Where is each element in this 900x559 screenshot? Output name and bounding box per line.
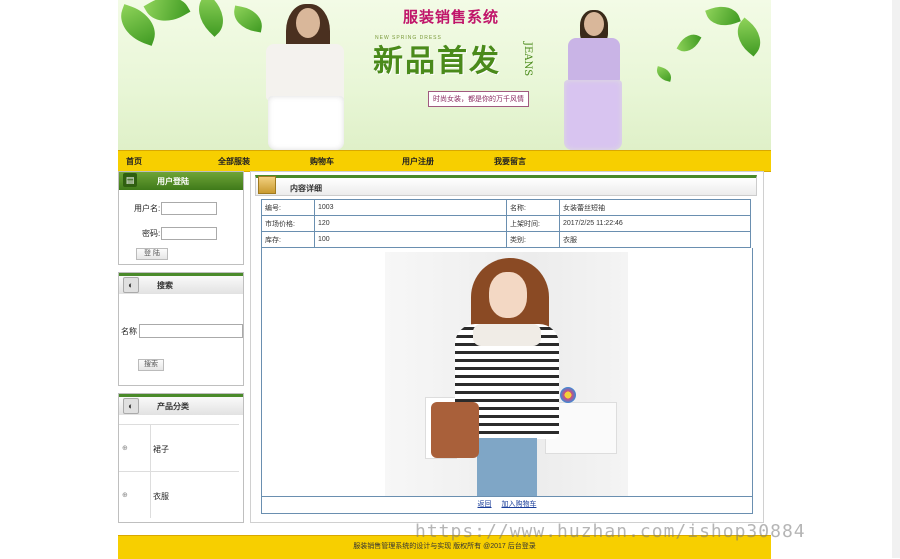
document-icon: ▤ [123, 173, 137, 187]
search-header: ◐ 搜索 [119, 273, 243, 294]
nav-all-clothing[interactable]: 全部服装 [218, 156, 250, 167]
search-button[interactable]: 搜索 [138, 359, 164, 371]
leaf-decoration [729, 17, 769, 57]
category-label[interactable]: 裙子 [153, 444, 169, 455]
category-header: ◐ 产品分类 [119, 394, 243, 415]
login-title: 用户登陆 [157, 177, 189, 186]
search-panel: ◐ 搜索 名称 搜索 [118, 272, 244, 386]
leaf-decoration [676, 29, 702, 57]
leaf-decoration [231, 5, 265, 33]
jeans-label: JEANS [522, 42, 533, 77]
detail-title: 内容详细 [290, 184, 322, 193]
category-panel: ◐ 产品分类 ⊕ 裙子 ⊕ 衣服 [118, 393, 244, 523]
back-link[interactable]: 返回 [478, 501, 492, 508]
username-label: 用户名: [134, 204, 161, 213]
search-name-label: 名称 [121, 327, 137, 336]
banner-slogan: 时尚女装，都是你的万千风情 [428, 91, 529, 107]
detail-actions: 返回 加入购物车 [261, 496, 753, 514]
leaf-decoration [705, 0, 741, 32]
login-button[interactable]: 登 陆 [136, 248, 168, 260]
detail-panel: 内容详细 编号: 1003 名称: 女装蕾丝短袖 市场价格: 120 上架时间:… [250, 171, 764, 523]
password-label: 密码: [142, 229, 161, 238]
search-title: 搜索 [157, 281, 173, 290]
main-nav: 首页 全部服装 购物车 用户注册 我要留言 [118, 150, 771, 172]
header-banner: 服装销售系统 NEW SPRING DRESS 新品首发 JEANS 时尚女装，… [118, 0, 771, 150]
picture-icon [258, 176, 276, 194]
scrollbar[interactable] [892, 0, 900, 558]
bullet-icon: ⊕ [122, 492, 128, 499]
table-row: 市场价格: 120 上架时间: 2017/2/25 11:22:46 [261, 215, 751, 232]
login-panel: ▤ 用户登陆 用户名: 密码: 登 陆 [118, 171, 244, 265]
username-input[interactable] [161, 202, 217, 215]
category-title: 产品分类 [157, 402, 189, 411]
system-title: 服装销售系统 [403, 8, 500, 26]
detail-header: 内容详细 [255, 175, 757, 196]
add-to-cart-link[interactable]: 加入购物车 [501, 501, 536, 508]
nav-leave-message[interactable]: 我要留言 [494, 156, 526, 167]
category-label[interactable]: 衣服 [153, 491, 169, 502]
nav-register[interactable]: 用户注册 [402, 156, 434, 167]
page: 服装销售系统 NEW SPRING DRESS 新品首发 JEANS 时尚女装，… [118, 0, 771, 559]
new-arrival-title: 新品首发 [373, 44, 501, 79]
product-image-frame [261, 248, 753, 497]
category-item[interactable]: ⊕ 衣服 [119, 471, 239, 518]
product-info-table: 编号: 1003 名称: 女装蕾丝短袖 市场价格: 120 上架时间: 2017… [261, 199, 751, 248]
password-input[interactable] [161, 227, 217, 240]
search-icon: ◐ [123, 277, 139, 293]
login-header: ▤ 用户登陆 [119, 172, 243, 190]
nav-home[interactable]: 首页 [126, 156, 142, 167]
nav-cart[interactable]: 购物车 [310, 156, 334, 167]
category-icon: ◐ [123, 398, 139, 414]
table-row: 编号: 1003 名称: 女装蕾丝短袖 [261, 199, 751, 216]
table-row: 库存: 100 类别: 衣服 [261, 231, 751, 248]
leaf-decoration [654, 66, 674, 82]
leaf-decoration [189, 0, 233, 37]
bullet-icon: ⊕ [122, 445, 128, 452]
watermark: https://www.huzhan.com/ishop30884 [415, 521, 806, 542]
category-item[interactable]: ⊕ 裙子 [119, 424, 239, 471]
product-photo [385, 252, 628, 496]
search-input[interactable] [139, 324, 243, 338]
